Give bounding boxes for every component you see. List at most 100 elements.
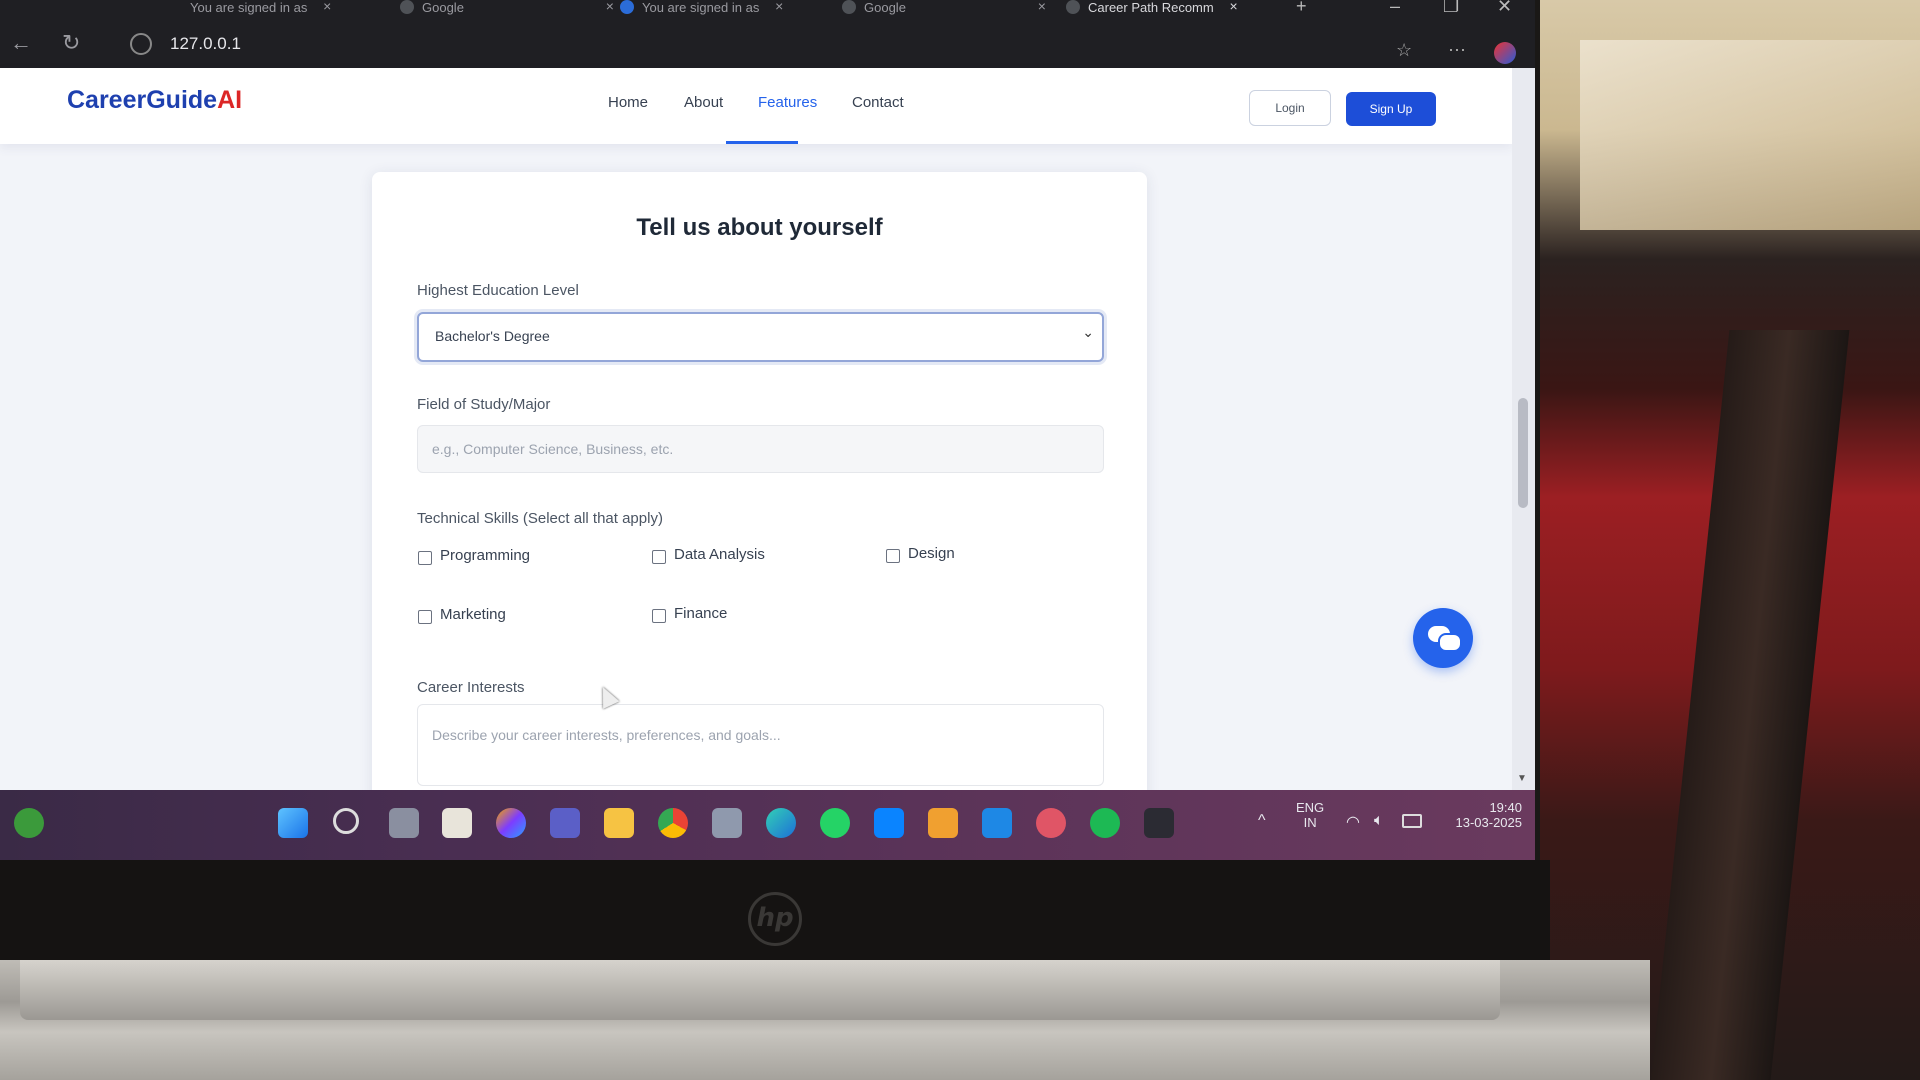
camera-icon[interactable] (712, 808, 742, 838)
favorites-icon[interactable]: ☆ (1396, 40, 1412, 61)
teams-icon[interactable] (550, 808, 580, 838)
close-icon[interactable]: × (606, 0, 614, 14)
edge-icon[interactable] (766, 808, 796, 838)
clock-time: 19:40 (1489, 800, 1522, 815)
career-interests-placeholder: Describe your career interests, preferen… (432, 727, 781, 743)
login-button[interactable]: Login (1249, 90, 1331, 126)
tab-5-title: Career Path Recomm (1088, 0, 1214, 15)
volume-icon[interactable]: 🔈︎ (1374, 812, 1384, 830)
close-icon[interactable]: × (775, 0, 783, 14)
checkbox[interactable] (652, 550, 666, 564)
address-bar[interactable]: 127.0.0.1 (170, 34, 241, 54)
language-code: ENG (1296, 800, 1325, 815)
start-icon[interactable] (278, 808, 308, 838)
laptop-screen: You are signed in as × Google × You are si… (0, 0, 1535, 860)
minimize-icon[interactable]: – (1390, 0, 1400, 17)
field-of-study-input[interactable]: e.g., Computer Science, Business, etc. (417, 425, 1104, 473)
tab-2[interactable]: Google × (400, 0, 614, 15)
tab-1-title: You are signed in as (190, 0, 308, 15)
tab-1[interactable]: You are signed in as × (190, 0, 331, 15)
site-info-icon[interactable] (130, 33, 152, 55)
career-interests-textarea[interactable]: Describe your career interests, preferen… (417, 704, 1104, 786)
education-select[interactable]: Bachelor's Degree ⌄ (417, 312, 1104, 362)
room-background (1540, 0, 1920, 1080)
reload-icon[interactable]: ↻ (62, 30, 80, 56)
chrome-icon[interactable] (658, 808, 688, 838)
close-icon[interactable]: × (1038, 0, 1046, 14)
chat-button[interactable] (1413, 608, 1473, 668)
background-lamp (1580, 40, 1920, 230)
tab-3-title: You are signed in as (642, 0, 760, 15)
tab-4[interactable]: Google × (842, 0, 1046, 15)
scrollbar-thumb[interactable] (1518, 398, 1528, 508)
field-of-study-placeholder: e.g., Computer Science, Business, etc. (432, 441, 674, 457)
search-icon[interactable] (333, 808, 359, 834)
site-icon (620, 0, 634, 14)
close-icon[interactable]: × (323, 0, 331, 14)
tab-2-title: Google (422, 0, 464, 15)
active-nav-indicator (726, 141, 798, 144)
spotify-icon[interactable] (1090, 808, 1120, 838)
tab-4-title: Google (864, 0, 906, 15)
tab-3[interactable]: You are signed in as × (620, 0, 783, 15)
copilot-icon[interactable] (1494, 42, 1516, 64)
skill-label: Design (908, 545, 955, 562)
clock[interactable]: 19:40 13-03-2025 (1440, 800, 1523, 830)
file-explorer-icon[interactable] (604, 808, 634, 838)
task-view-icon[interactable] (389, 808, 419, 838)
checkbox[interactable] (886, 549, 900, 563)
page-scrollbar[interactable]: ▼ (1512, 68, 1535, 790)
store-icon[interactable] (442, 808, 472, 838)
nav-home[interactable]: Home (608, 94, 648, 111)
form-title: Tell us about yourself (636, 214, 883, 241)
nav-features[interactable]: Features (758, 94, 817, 111)
app-icon[interactable] (1036, 808, 1066, 838)
nav-contact[interactable]: Contact (852, 94, 904, 111)
more-icon[interactable]: ⋯ (1448, 40, 1466, 61)
restore-icon[interactable]: ❐ (1443, 0, 1459, 17)
education-label: Highest Education Level (417, 282, 579, 299)
back-icon[interactable]: ← (10, 30, 32, 56)
skill-label: Data Analysis (674, 546, 765, 563)
scroll-down-icon[interactable]: ▼ (1517, 773, 1527, 784)
region-code: IN (1303, 815, 1317, 830)
checkbox[interactable] (418, 551, 432, 565)
chevron-up-icon[interactable]: ^ (1258, 812, 1266, 830)
weather-icon[interactable] (14, 808, 44, 838)
terminal-icon[interactable] (1144, 808, 1174, 838)
skills-label: Technical Skills (Select all that apply) (417, 510, 663, 527)
chat-icon-secondary (1438, 633, 1462, 652)
wifi-icon[interactable]: ◠ (1346, 812, 1360, 832)
web-page: CareerGuideAI Home About Features Contac… (0, 68, 1512, 812)
tab-5-active[interactable]: Career Path Recomm × (1066, 0, 1238, 15)
whatsapp-icon[interactable] (820, 808, 850, 838)
battery-icon[interactable] (1402, 814, 1422, 828)
brand-logo[interactable]: CareerGuideAI (67, 86, 242, 115)
skill-label: Programming (440, 547, 531, 564)
mysql-icon[interactable] (874, 808, 904, 838)
chevron-down-icon: ⌄ (1082, 324, 1094, 340)
laptop-base (0, 960, 1650, 1080)
education-value: Bachelor's Degree (435, 328, 550, 344)
career-interests-label: Career Interests (417, 679, 525, 696)
checkbox[interactable] (418, 610, 432, 624)
new-tab-button[interactable]: + (1296, 0, 1307, 17)
google-icon (842, 0, 856, 14)
language-indicator[interactable]: ENG IN (1296, 800, 1324, 830)
browser-titlebar: You are signed in as × Google × You are si… (0, 0, 1535, 68)
award-icon[interactable] (928, 808, 958, 838)
close-icon[interactable]: × (1230, 0, 1238, 14)
copilot-icon[interactable] (496, 808, 526, 838)
field-of-study-label: Field of Study/Major (417, 396, 551, 413)
skill-label: Finance (674, 605, 728, 622)
signup-button[interactable]: Sign Up (1346, 92, 1436, 126)
checkbox[interactable] (652, 609, 666, 623)
brand-name: CareerGuide (67, 86, 218, 114)
laptop-hinge (20, 960, 1500, 1020)
profile-form-card: Tell us about yourself Highest Education… (372, 172, 1147, 812)
vscode-icon[interactable] (982, 808, 1012, 838)
google-icon (400, 0, 414, 14)
hp-logo: hp (748, 892, 802, 946)
close-window-icon[interactable]: ✕ (1497, 0, 1512, 17)
nav-about[interactable]: About (684, 94, 723, 111)
